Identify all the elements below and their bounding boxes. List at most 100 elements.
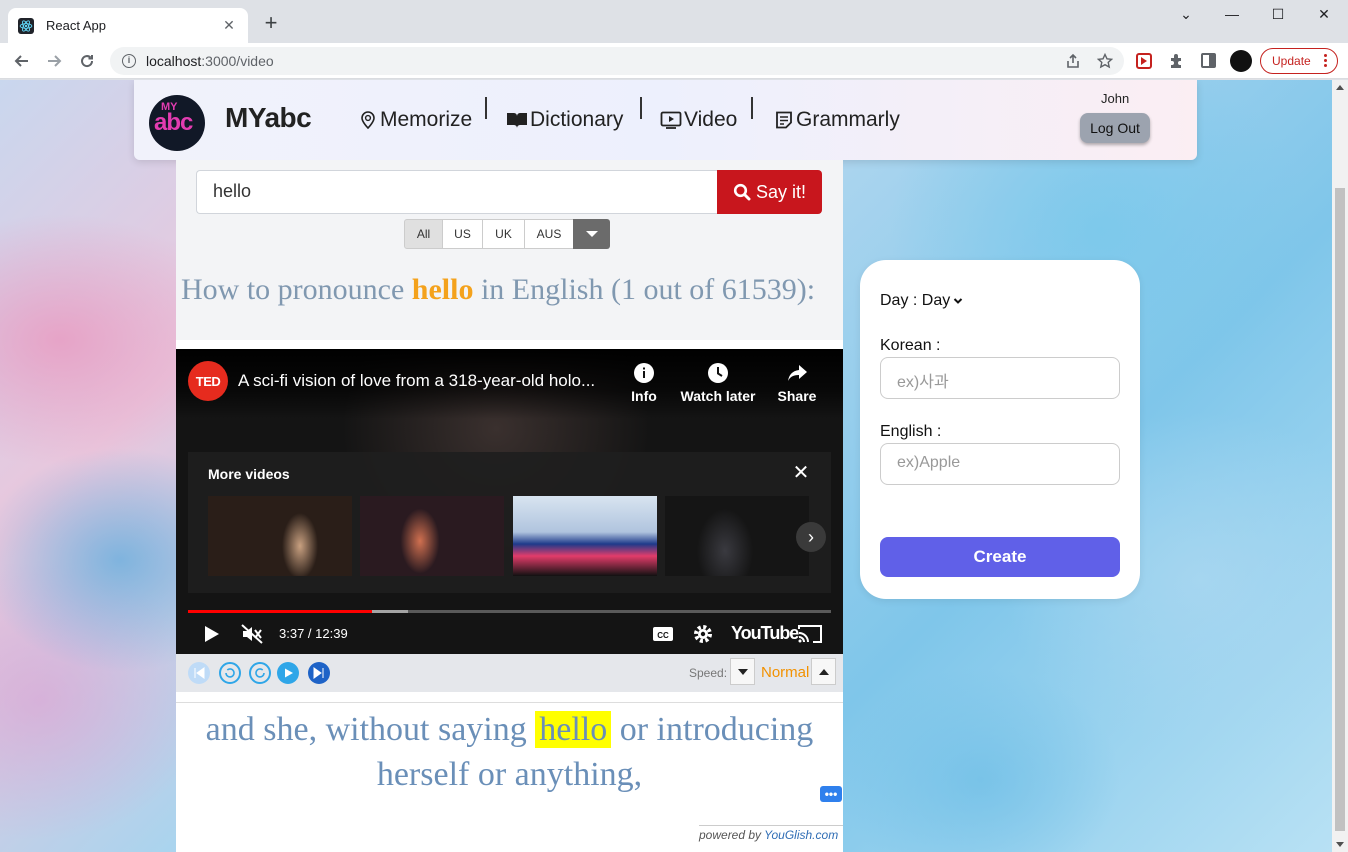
side-panel-icon[interactable] [1201, 53, 1216, 68]
address-bar[interactable]: i localhost:3000/video [110, 47, 1124, 75]
share-button[interactable]: Share [776, 362, 818, 404]
more-menu-icon[interactable] [1324, 54, 1327, 69]
accent-filter: All US UK AUS [404, 219, 610, 249]
share-label: Share [777, 388, 817, 404]
accent-us-button[interactable]: US [442, 219, 483, 249]
nav-dictionary-label: Dictionary [530, 108, 624, 131]
nav-divider [751, 97, 753, 119]
more-videos-panel: More videos ✕ › [188, 452, 831, 593]
watch-later-button[interactable]: Watch later [679, 362, 757, 404]
play-circle-icon[interactable] [277, 662, 299, 684]
title-suffix: in English (1 out of 61539): [473, 273, 816, 306]
bookmark-star-icon[interactable] [1095, 51, 1115, 71]
react-favicon-icon [18, 17, 34, 34]
cast-icon[interactable] [797, 623, 823, 645]
caption-text: and she, without saying hello or introdu… [176, 702, 843, 805]
back-arrow-icon[interactable] [10, 49, 34, 73]
day-select[interactable]: Day : Day [880, 292, 963, 310]
speed-value: Normal [761, 664, 810, 681]
title-prefix: How to pronounce [181, 273, 412, 306]
replay-5-icon[interactable] [219, 662, 241, 684]
info-label: Info [631, 388, 657, 404]
scroll-up-arrow-icon[interactable] [1336, 85, 1344, 90]
muted-volume-icon[interactable] [240, 623, 264, 645]
previous-track-icon[interactable] [188, 662, 210, 684]
speed-label: Speed: [689, 666, 728, 680]
search-input[interactable]: hello [196, 170, 717, 214]
ted-channel-logo[interactable]: TED [188, 361, 228, 401]
video-thumbnail[interactable] [665, 496, 809, 576]
browser-tab[interactable]: React App ✕ [8, 8, 248, 43]
title-keyword: hello [411, 273, 474, 306]
book-icon [507, 113, 527, 128]
user-name: John [1101, 91, 1130, 106]
video-title[interactable]: A sci-fi vision of love from a 318-year-… [238, 371, 618, 391]
korean-input[interactable]: ex)사과 [880, 357, 1120, 399]
youglish-widget: hello Say it! All US UK AUS How to prono… [176, 160, 843, 852]
accent-uk-button[interactable]: UK [482, 219, 525, 249]
app-logo[interactable]: MY abc [149, 95, 205, 151]
logout-button[interactable]: Log Out [1080, 113, 1150, 143]
video-play-icon [660, 111, 682, 129]
update-button[interactable]: Update [1260, 48, 1338, 74]
youtube-logo[interactable]: YouTube [731, 623, 799, 644]
nav-grammarly[interactable]: Grammarly [774, 108, 900, 132]
day-select-label: Day : Day [880, 292, 951, 309]
new-tab-button[interactable]: + [260, 12, 282, 35]
close-icon[interactable]: ✕ [790, 462, 812, 484]
extensions-puzzle-icon[interactable] [1168, 52, 1186, 70]
minimize-button[interactable]: — [1217, 6, 1247, 22]
reload-icon[interactable] [75, 49, 99, 73]
nav-memorize[interactable]: Memorize [358, 108, 472, 132]
chevron-right-icon[interactable]: › [796, 522, 826, 552]
create-button[interactable]: Create [880, 537, 1120, 577]
profile-avatar[interactable] [1230, 50, 1252, 72]
youtube-player[interactable]: TED A sci-fi vision of love from a 318-y… [176, 349, 843, 654]
next-track-icon[interactable] [308, 662, 330, 684]
video-thumbnail[interactable] [208, 496, 352, 576]
progress-track[interactable] [188, 610, 831, 613]
settings-gear-icon[interactable] [692, 623, 714, 645]
say-it-button[interactable]: Say it! [717, 170, 822, 214]
page-viewport: MY abc MYabc Memorize Dictionary Video G… [0, 80, 1332, 852]
more-videos-label: More videos [208, 466, 290, 482]
nav-dictionary[interactable]: Dictionary [506, 108, 623, 132]
player-controls-bar: Speed: Normal [176, 654, 843, 692]
speed-up-button[interactable] [811, 658, 836, 685]
powered-prefix: powered by [699, 828, 765, 842]
tab-close-icon[interactable]: ✕ [220, 17, 238, 34]
site-info-icon[interactable]: i [122, 54, 136, 68]
info-button[interactable]: Info [628, 362, 660, 404]
scrollbar-thumb[interactable] [1335, 188, 1345, 831]
url-host: localhost [146, 53, 202, 69]
captions-icon[interactable]: CC [652, 623, 674, 645]
search-area: hello Say it! All US UK AUS [176, 160, 843, 340]
speed-down-button[interactable] [730, 658, 755, 685]
share-icon[interactable] [1063, 51, 1083, 71]
maximize-button[interactable]: ☐ [1263, 6, 1293, 23]
close-window-button[interactable]: ✕ [1309, 6, 1339, 23]
video-thumbnail[interactable] [513, 496, 657, 576]
english-input[interactable]: ex)Apple [880, 443, 1120, 485]
caption-more-icon[interactable]: ••• [820, 786, 842, 802]
repeat-icon[interactable] [249, 662, 271, 684]
caption-before: and she, without saying [205, 711, 536, 748]
accent-all-button[interactable]: All [404, 219, 443, 249]
page-scrollbar[interactable] [1332, 80, 1348, 852]
forward-arrow-icon[interactable] [42, 49, 66, 73]
watch-later-label: Watch later [680, 388, 756, 404]
play-icon[interactable] [200, 623, 222, 645]
brand-name[interactable]: MYabc [225, 102, 312, 134]
svg-text:CC: CC [657, 631, 669, 640]
scroll-down-arrow-icon[interactable] [1336, 842, 1344, 847]
logo-main-text: abc [154, 109, 193, 136]
nav-grammarly-label: Grammarly [796, 108, 900, 131]
accent-dropdown-button[interactable] [573, 219, 610, 249]
youglish-link[interactable]: YouGlish.com [764, 828, 838, 842]
accent-aus-button[interactable]: AUS [524, 219, 574, 249]
nav-video[interactable]: Video [660, 108, 737, 132]
extension-icon[interactable] [1136, 53, 1152, 69]
tab-search-icon[interactable]: ⌄ [1171, 6, 1201, 23]
video-thumbnail[interactable] [360, 496, 504, 576]
pronounce-title: How to pronounce hello in English (1 out… [181, 272, 821, 307]
